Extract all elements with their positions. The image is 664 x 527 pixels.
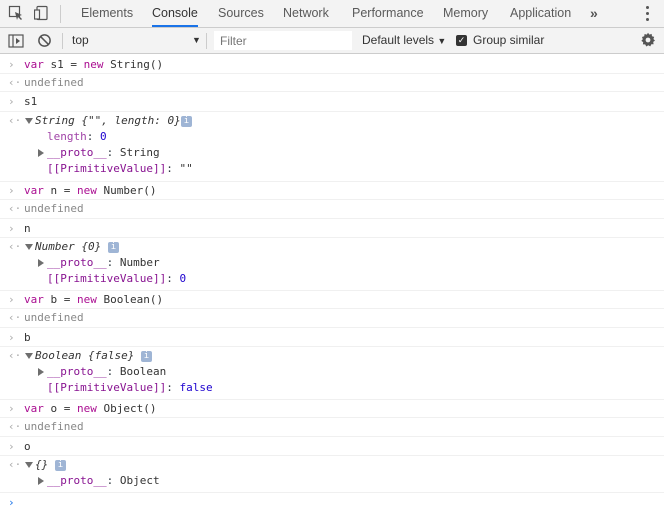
log-levels-dropdown[interactable]: Default levels ▼ <box>362 28 446 54</box>
prompt-chevron-icon: › <box>8 331 15 344</box>
console-output: › var s1 = new String() ‹· undefined › s1 ‹… <box>0 54 664 517</box>
object-header[interactable]: String {"", length: 0} <box>35 113 181 129</box>
tab-console[interactable]: Console <box>152 0 198 27</box>
tab-application[interactable]: Application <box>510 0 571 27</box>
divider <box>60 5 61 23</box>
object-property: [[PrimitiveValue]]: false <box>47 381 213 394</box>
prompt-chevron-icon: › <box>8 293 15 306</box>
object-property[interactable]: __proto__: Boolean <box>47 364 166 380</box>
expand-triangle-icon[interactable] <box>38 368 44 376</box>
clear-console-icon[interactable] <box>37 33 52 48</box>
more-tabs-button[interactable]: » <box>590 0 598 27</box>
console-result-object: ‹· Number {0} i __proto__: Number [[Primit… <box>0 238 664 291</box>
more-options-icon[interactable] <box>646 6 650 22</box>
caret-down-icon: ▼ <box>437 36 447 46</box>
command-text: b <box>24 331 31 344</box>
devtools-tab-bar: Elements Console Sources Network Perform… <box>0 0 664 28</box>
console-result-message: ‹· undefined <box>0 74 664 92</box>
console-result-object: ‹· String {"", length: 0} i length: 0 __pr… <box>0 112 664 182</box>
result-chevron-icon: ‹· <box>8 240 22 253</box>
expand-triangle-icon[interactable] <box>25 353 33 359</box>
divider <box>206 33 207 49</box>
divider <box>62 33 63 49</box>
result-chevron-icon: ‹· <box>8 202 22 215</box>
context-selector[interactable]: top <box>72 28 89 53</box>
object-property[interactable]: __proto__: String <box>47 145 160 161</box>
result-chevron-icon: ‹· <box>8 76 22 89</box>
command-text: var n = new Number() <box>24 184 157 197</box>
info-icon: i <box>181 116 192 127</box>
inspect-element-icon[interactable] <box>8 5 24 21</box>
tab-elements[interactable]: Elements <box>81 0 133 27</box>
result-text: undefined <box>24 311 84 324</box>
console-result-message: ‹· undefined <box>0 418 664 437</box>
console-input-message: › var s1 = new String() <box>0 54 664 74</box>
console-input-message: › n <box>0 219 664 238</box>
result-chevron-icon: ‹· <box>8 311 22 324</box>
object-header[interactable]: Number {0} <box>35 239 101 255</box>
command-text: s1 <box>24 95 38 108</box>
console-result-message: ‹· undefined <box>0 200 664 219</box>
console-toolbar: top ▼ Filter Default levels ▼ ✓ Group si… <box>0 28 664 54</box>
tab-network[interactable]: Network <box>283 0 329 27</box>
console-result-object: ‹· Boolean {false} i __proto__: Boolean [[… <box>0 347 664 400</box>
tab-memory[interactable]: Memory <box>443 0 488 27</box>
expand-triangle-icon[interactable] <box>38 477 44 485</box>
log-levels-label: Default levels <box>362 33 435 47</box>
expand-triangle-icon[interactable] <box>25 118 33 124</box>
console-input-message: › var o = new Object() <box>0 400 664 418</box>
command-text: var o = new Object() <box>24 402 157 415</box>
tab-sources[interactable]: Sources <box>218 0 264 27</box>
command-text: n <box>24 222 31 235</box>
gear-icon[interactable] <box>640 32 656 48</box>
console-prompt[interactable]: › <box>0 493 664 517</box>
prompt-chevron-icon: › <box>8 496 15 509</box>
prompt-chevron-icon: › <box>8 58 15 71</box>
object-header[interactable]: Boolean {false} <box>35 348 134 364</box>
result-chevron-icon: ‹· <box>8 458 22 471</box>
tab-performance[interactable]: Performance <box>352 0 424 27</box>
result-chevron-icon: ‹· <box>8 420 22 433</box>
result-text: undefined <box>24 420 84 433</box>
command-text: var s1 = new String() <box>24 58 164 71</box>
console-input-message: › var n = new Number() <box>0 182 664 200</box>
expand-triangle-icon[interactable] <box>25 462 33 468</box>
console-result-message: ‹· undefined <box>0 309 664 328</box>
console-input-message: › var b = new Boolean() <box>0 291 664 309</box>
result-text: undefined <box>24 202 84 215</box>
prompt-chevron-icon: › <box>8 402 15 415</box>
result-chevron-icon: ‹· <box>8 114 22 127</box>
prompt-chevron-icon: › <box>8 184 15 197</box>
info-icon: i <box>55 460 66 471</box>
info-icon: i <box>108 242 119 253</box>
object-property: [[PrimitiveValue]]: "" <box>47 162 193 175</box>
console-input-message: › s1 <box>0 92 664 112</box>
info-icon: i <box>141 351 152 362</box>
prompt-chevron-icon: › <box>8 222 15 235</box>
object-property[interactable]: __proto__: Number <box>47 255 160 271</box>
prompt-chevron-icon: › <box>8 440 15 453</box>
object-property: length: 0 <box>47 130 107 143</box>
expand-triangle-icon[interactable] <box>38 149 44 157</box>
filter-input[interactable]: Filter <box>214 31 352 50</box>
result-text: undefined <box>24 76 84 89</box>
console-result-object: ‹· {} i __proto__: Object <box>0 456 664 493</box>
expand-triangle-icon[interactable] <box>38 259 44 267</box>
command-text: o <box>24 440 31 453</box>
object-header[interactable]: {} <box>35 457 48 473</box>
expand-triangle-icon[interactable] <box>25 244 33 250</box>
object-property[interactable]: __proto__: Object <box>47 473 160 489</box>
console-input-message: › b <box>0 328 664 347</box>
sidebar-toggle-icon[interactable] <box>8 33 24 49</box>
device-toolbar-icon[interactable] <box>34 5 50 21</box>
console-input-message: › o <box>0 437 664 456</box>
result-chevron-icon: ‹· <box>8 349 22 362</box>
group-similar-checkbox[interactable]: ✓ <box>456 35 467 46</box>
object-property: [[PrimitiveValue]]: 0 <box>47 272 187 285</box>
command-text: var b = new Boolean() <box>24 293 164 306</box>
caret-down-icon[interactable]: ▼ <box>192 28 201 53</box>
group-similar-label: Group similar <box>473 33 545 47</box>
prompt-chevron-icon: › <box>8 95 15 108</box>
